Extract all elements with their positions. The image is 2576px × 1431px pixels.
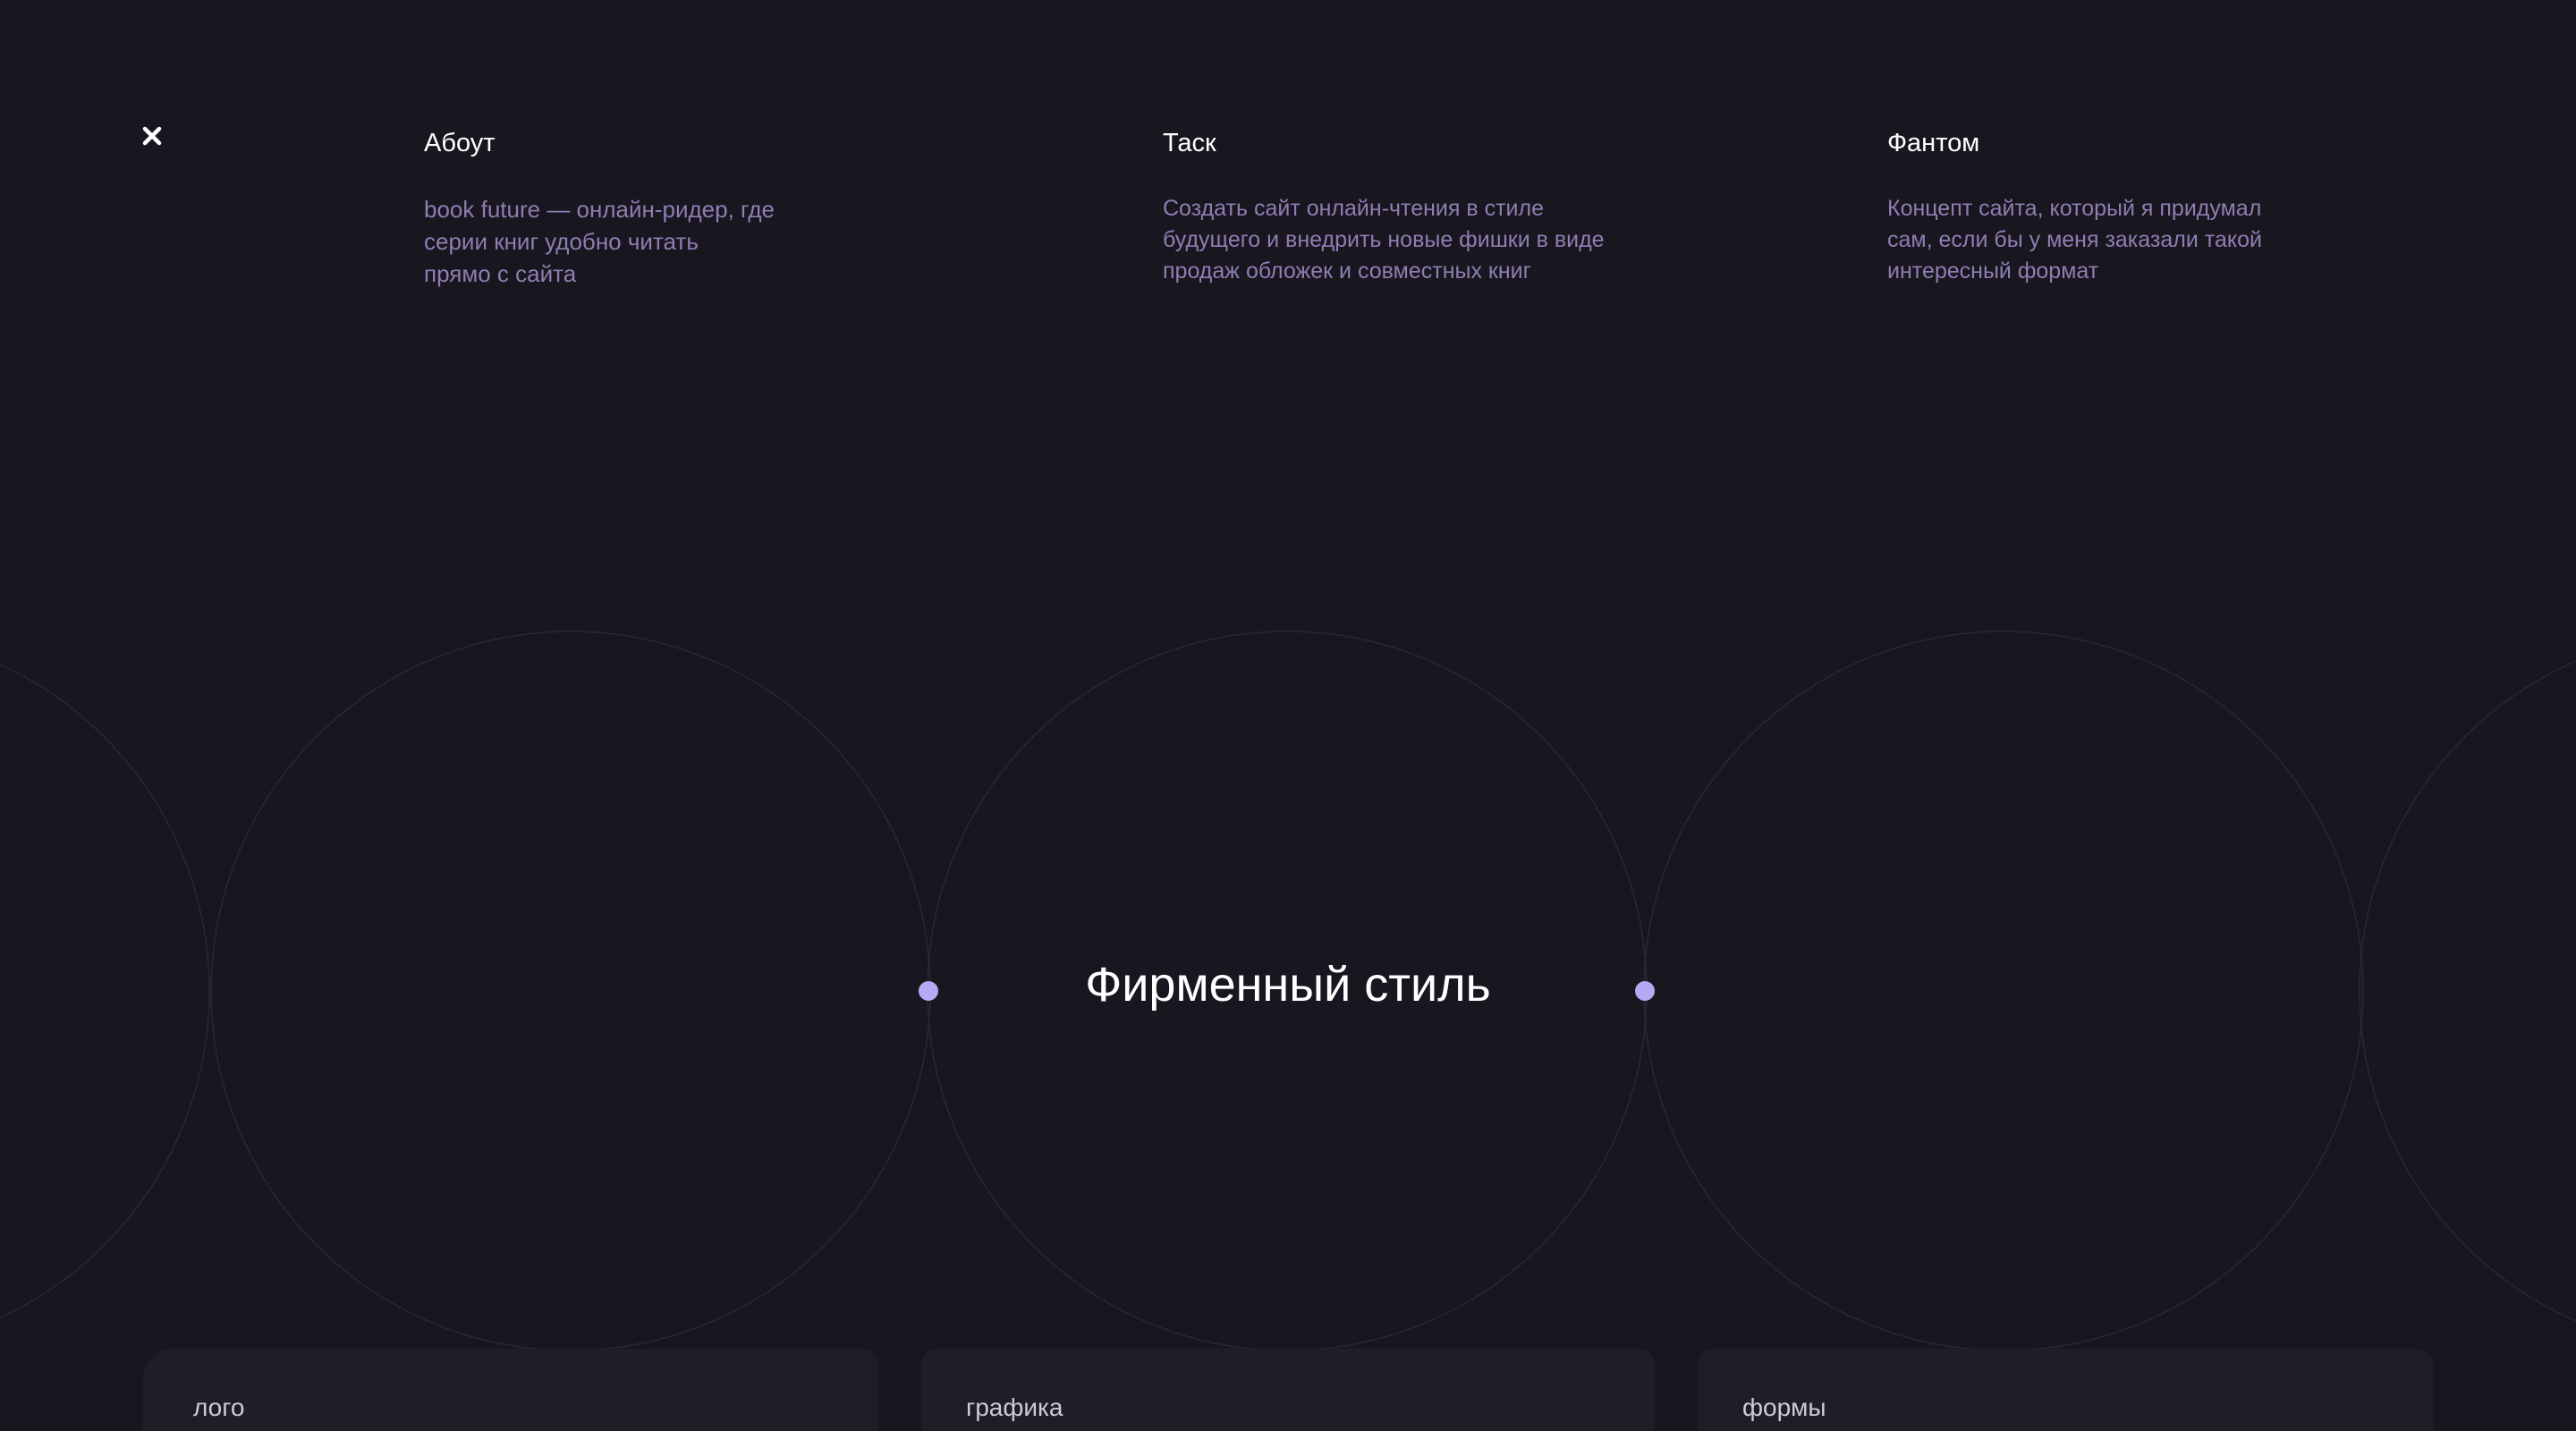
card-logo-label: лого [193, 1393, 245, 1421]
decorative-circles [0, 631, 2576, 1351]
card-forms[interactable]: формы [1698, 1349, 2433, 1431]
circle-far-left [0, 664, 210, 1318]
card-graphics[interactable]: графика [921, 1349, 1655, 1431]
circle-right [1643, 631, 2364, 1351]
card-forms-label: формы [1742, 1393, 1826, 1421]
hero-title: Фирменный стиль [1085, 958, 1491, 1012]
circle-left [210, 631, 931, 1351]
circle-far-right [2359, 660, 2576, 1322]
card-logo[interactable]: лого [143, 1349, 878, 1431]
card-graphics-label: графика [966, 1393, 1063, 1421]
brand-style-page: Абоут book future — онлайн-ридер, где се… [0, 0, 2576, 1431]
